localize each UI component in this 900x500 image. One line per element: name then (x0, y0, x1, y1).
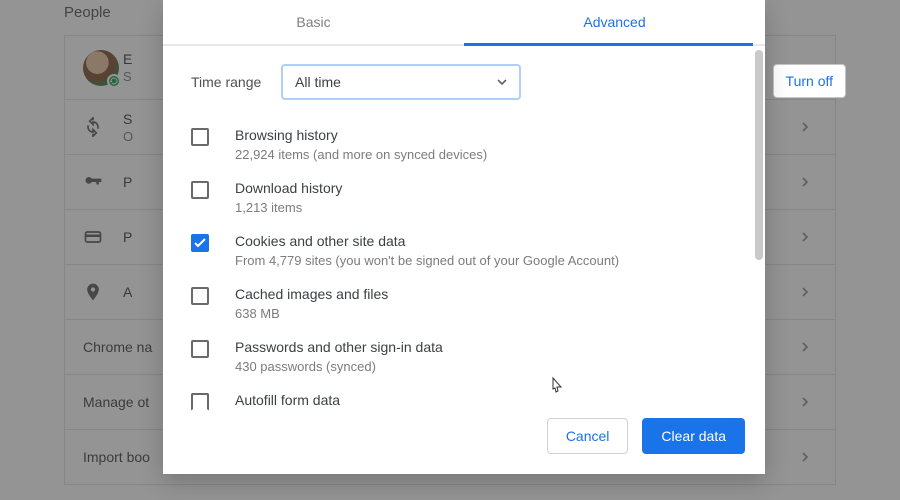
option-title: Browsing history (235, 127, 487, 143)
checkbox-cache[interactable] (191, 287, 209, 305)
dialog-footer: Cancel Clear data (163, 404, 765, 474)
option-autofill[interactable]: Autofill form data (191, 383, 737, 412)
option-title: Passwords and other sign-in data (235, 339, 443, 355)
option-subtitle: From 4,779 sites (you won't be signed ou… (235, 253, 619, 268)
option-subtitle: 1,213 items (235, 200, 342, 215)
cancel-button[interactable]: Cancel (547, 418, 629, 454)
scrollbar-thumb[interactable] (755, 50, 763, 260)
checkbox-download-history[interactable] (191, 181, 209, 199)
option-subtitle: 638 MB (235, 306, 388, 321)
turn-off-button[interactable]: Turn off (773, 64, 846, 98)
scrollbar[interactable] (755, 50, 763, 400)
option-title: Download history (235, 180, 342, 196)
option-title: Cached images and files (235, 286, 388, 302)
option-cookies[interactable]: Cookies and other site data From 4,779 s… (191, 224, 737, 277)
dialog-tabs: Basic Advanced (163, 0, 765, 44)
option-cache[interactable]: Cached images and files 638 MB (191, 277, 737, 330)
option-passwords[interactable]: Passwords and other sign-in data 430 pas… (191, 330, 737, 383)
time-range-select[interactable]: All time (281, 64, 521, 100)
checkbox-browsing-history[interactable] (191, 128, 209, 146)
option-title: Cookies and other site data (235, 233, 619, 249)
checkbox-autofill[interactable] (191, 393, 209, 411)
clear-browsing-data-dialog: Basic Advanced Time range All time Brows… (163, 0, 765, 474)
option-subtitle: 22,924 items (and more on synced devices… (235, 147, 487, 162)
clear-data-button[interactable]: Clear data (642, 418, 745, 454)
tab-advanced[interactable]: Advanced (464, 0, 765, 44)
option-browsing-history[interactable]: Browsing history 22,924 items (and more … (191, 118, 737, 171)
option-title: Autofill form data (235, 392, 340, 408)
dialog-body: Time range All time Browsing history 22,… (163, 46, 765, 404)
time-range-value: All time (295, 74, 341, 90)
checkbox-cookies[interactable] (191, 234, 209, 252)
option-subtitle: 430 passwords (synced) (235, 359, 443, 374)
time-range-label: Time range (191, 74, 281, 90)
option-download-history[interactable]: Download history 1,213 items (191, 171, 737, 224)
checkbox-passwords[interactable] (191, 340, 209, 358)
chevron-down-icon (497, 79, 507, 85)
tab-basic[interactable]: Basic (163, 0, 464, 44)
